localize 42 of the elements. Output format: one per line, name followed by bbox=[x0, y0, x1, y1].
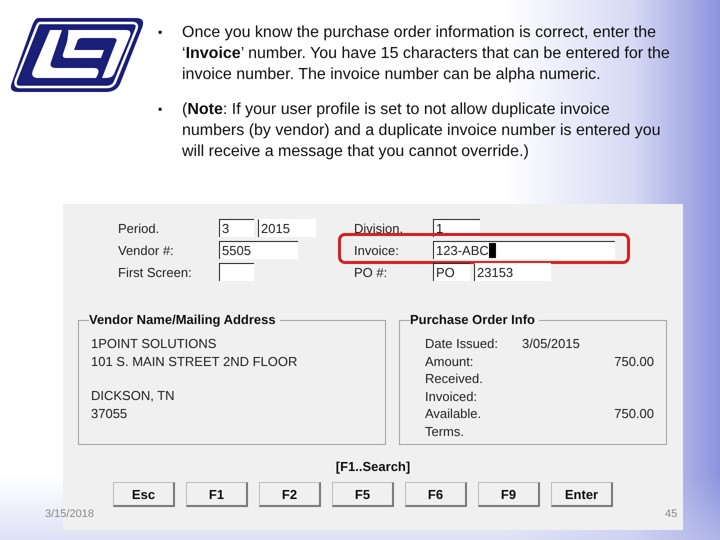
group-title: Purchase Order Info bbox=[410, 312, 539, 327]
bullet-marker: ▪ bbox=[158, 101, 164, 118]
info-label: Invoiced: bbox=[425, 388, 478, 405]
bullet-text: Once you know the purchase order information is correct, enter the ‘Invoice’ number. You have 15 characters that can be entered for the invoice number. The invoice number can be alpha numeric. bbox=[182, 23, 671, 85]
input-field[interactable]: 123-ABC bbox=[433, 241, 615, 259]
info-label: Date Issued: bbox=[425, 335, 499, 352]
info-label: Available. bbox=[425, 405, 482, 422]
bullet-text: (Note: If your user profile is set to not allow duplicate invoice numbers (by vendor) and a duplicate invoice number is entered you will receive a message that you cannot override.) bbox=[182, 100, 662, 162]
field-label: Vendor #: bbox=[118, 242, 175, 258]
input-field[interactable]: 5505 bbox=[219, 241, 298, 259]
key-button[interactable]: F2 bbox=[259, 482, 321, 507]
key-button[interactable]: F6 bbox=[405, 482, 467, 507]
key-button[interactable]: F9 bbox=[478, 482, 540, 507]
key-button[interactable]: Esc bbox=[113, 482, 175, 507]
input-field[interactable]: PO bbox=[433, 263, 470, 281]
slide-date: 3/15/2018 bbox=[45, 508, 94, 520]
address-line: 1POINT SOLUTIONS bbox=[91, 335, 218, 352]
field-label: Division. bbox=[354, 220, 404, 236]
group-title: Vendor Name/Mailing Address bbox=[89, 312, 280, 327]
key-button[interactable]: F5 bbox=[332, 482, 394, 507]
input-field[interactable]: 23153 bbox=[474, 263, 551, 281]
input-field[interactable]: 2015 bbox=[258, 219, 316, 237]
key-button[interactable]: Enter bbox=[551, 482, 613, 507]
address-line: DICKSON, TN bbox=[91, 387, 176, 404]
info-value: 750.00 bbox=[613, 405, 654, 422]
info-value: 3/05/2015 bbox=[522, 335, 581, 352]
field-label: First Screen: bbox=[118, 264, 193, 280]
search-hint: [F1..Search] bbox=[334, 459, 412, 474]
field-label: PO #: bbox=[354, 264, 388, 280]
address-line: 37055 bbox=[91, 404, 128, 422]
info-label: Received. bbox=[425, 370, 484, 388]
key-button[interactable]: F1 bbox=[186, 482, 248, 507]
address-line: 101 S. MAIN STREET 2ND FLOOR bbox=[91, 352, 298, 370]
info-value: 750.00 bbox=[613, 352, 654, 370]
bullet-marker: ▪ bbox=[158, 24, 164, 41]
info-label: Amount: bbox=[425, 352, 474, 370]
field-label: Period. bbox=[118, 220, 160, 236]
input-field[interactable]: 3 bbox=[219, 219, 254, 237]
field-label: Invoice: bbox=[354, 242, 400, 258]
info-label: Terms. bbox=[425, 422, 465, 440]
slide-number: 45 bbox=[665, 508, 678, 520]
input-field[interactable] bbox=[219, 263, 254, 281]
